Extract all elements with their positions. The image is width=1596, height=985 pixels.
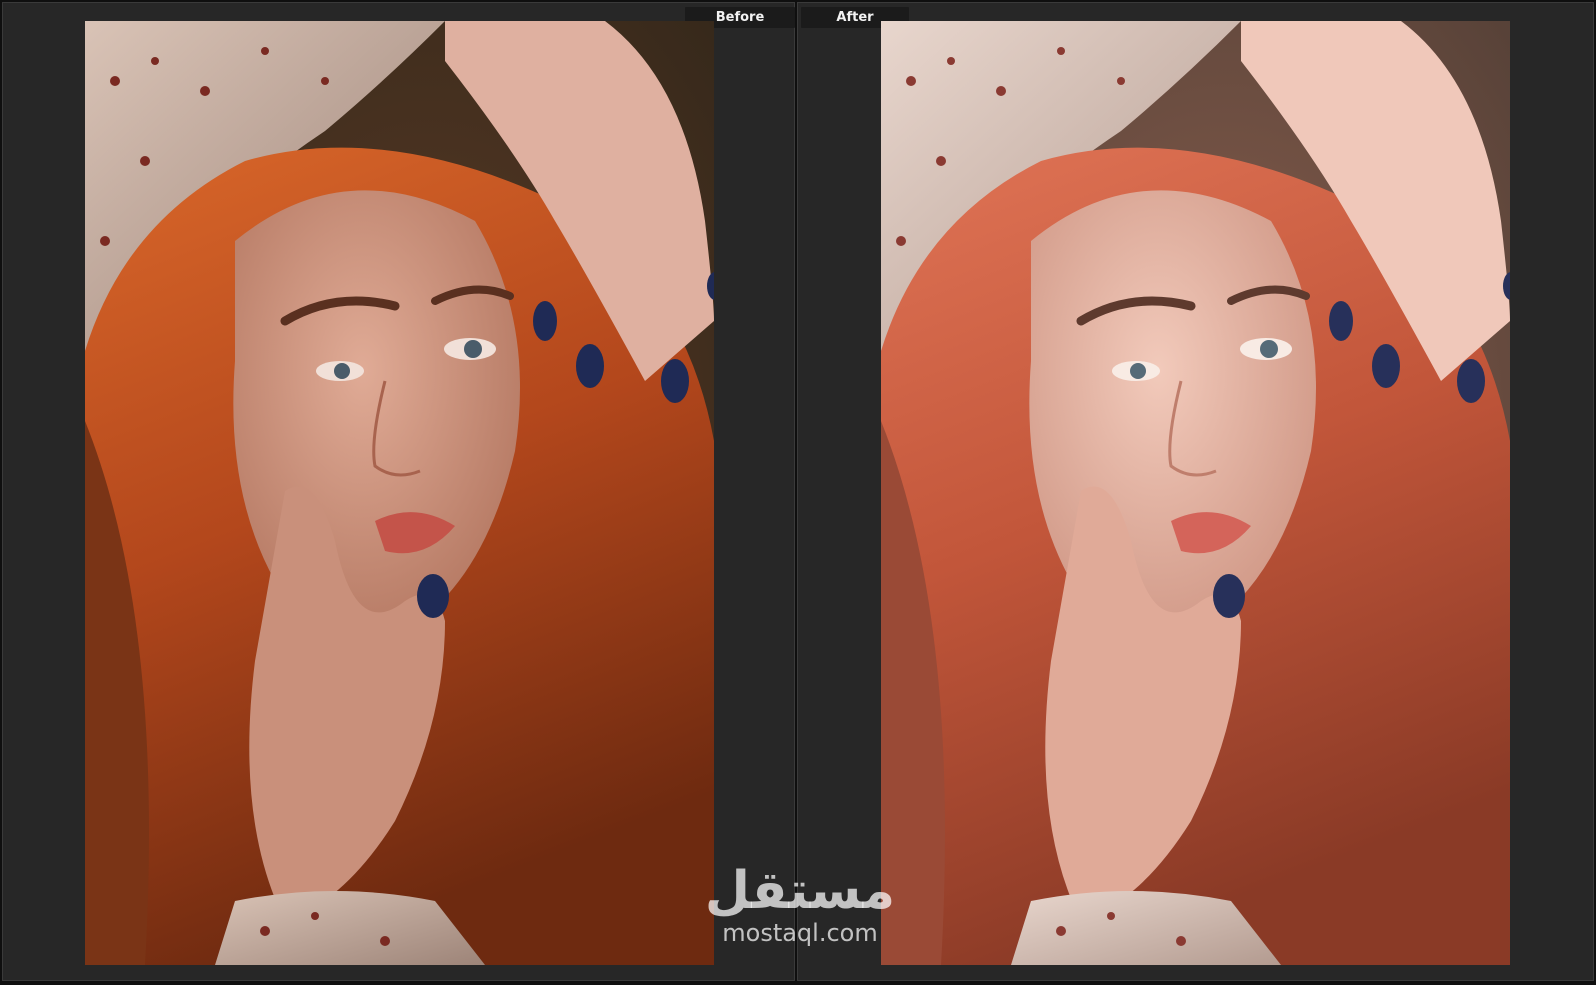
after-panel: After [797,2,1594,981]
before-photo [85,21,714,965]
before-after-comparison-view: Before After مستقل mostaql.com [0,0,1596,985]
before-panel: Before [2,2,795,981]
after-photo [881,21,1510,965]
